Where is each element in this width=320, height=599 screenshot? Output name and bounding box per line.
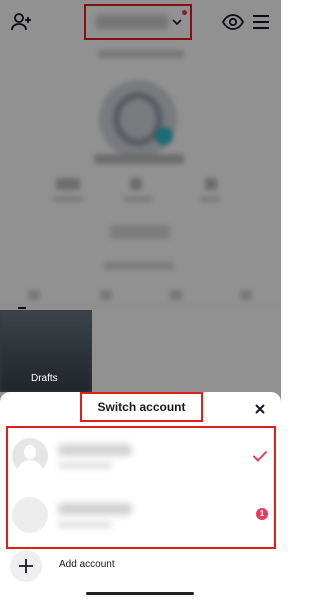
account-name-redacted	[58, 444, 132, 456]
add-account-circle	[10, 550, 42, 582]
sheet-title-highlight: Switch account	[80, 392, 203, 422]
close-icon[interactable]	[252, 401, 268, 417]
home-indicator	[86, 592, 194, 595]
drafts-label: Drafts	[31, 373, 58, 384]
add-account-button[interactable]: Add account	[10, 550, 230, 582]
account-row-other[interactable]: 1	[8, 491, 274, 547]
tab-indicator	[18, 307, 26, 309]
add-account-label: Add account	[59, 559, 115, 570]
sheet-title: Switch account	[97, 400, 186, 414]
switch-account-sheet: Switch account 1 Add account	[0, 392, 281, 599]
checkmark-icon	[252, 450, 268, 462]
avatar	[12, 497, 48, 533]
account-name-redacted	[58, 503, 132, 515]
notification-badge: 1	[256, 508, 268, 520]
plus-icon	[19, 559, 33, 573]
account-handle-redacted	[58, 521, 112, 528]
accounts-list: 1	[6, 426, 276, 549]
avatar	[12, 438, 48, 474]
account-handle-redacted	[58, 462, 112, 469]
account-row-current[interactable]	[8, 432, 274, 488]
